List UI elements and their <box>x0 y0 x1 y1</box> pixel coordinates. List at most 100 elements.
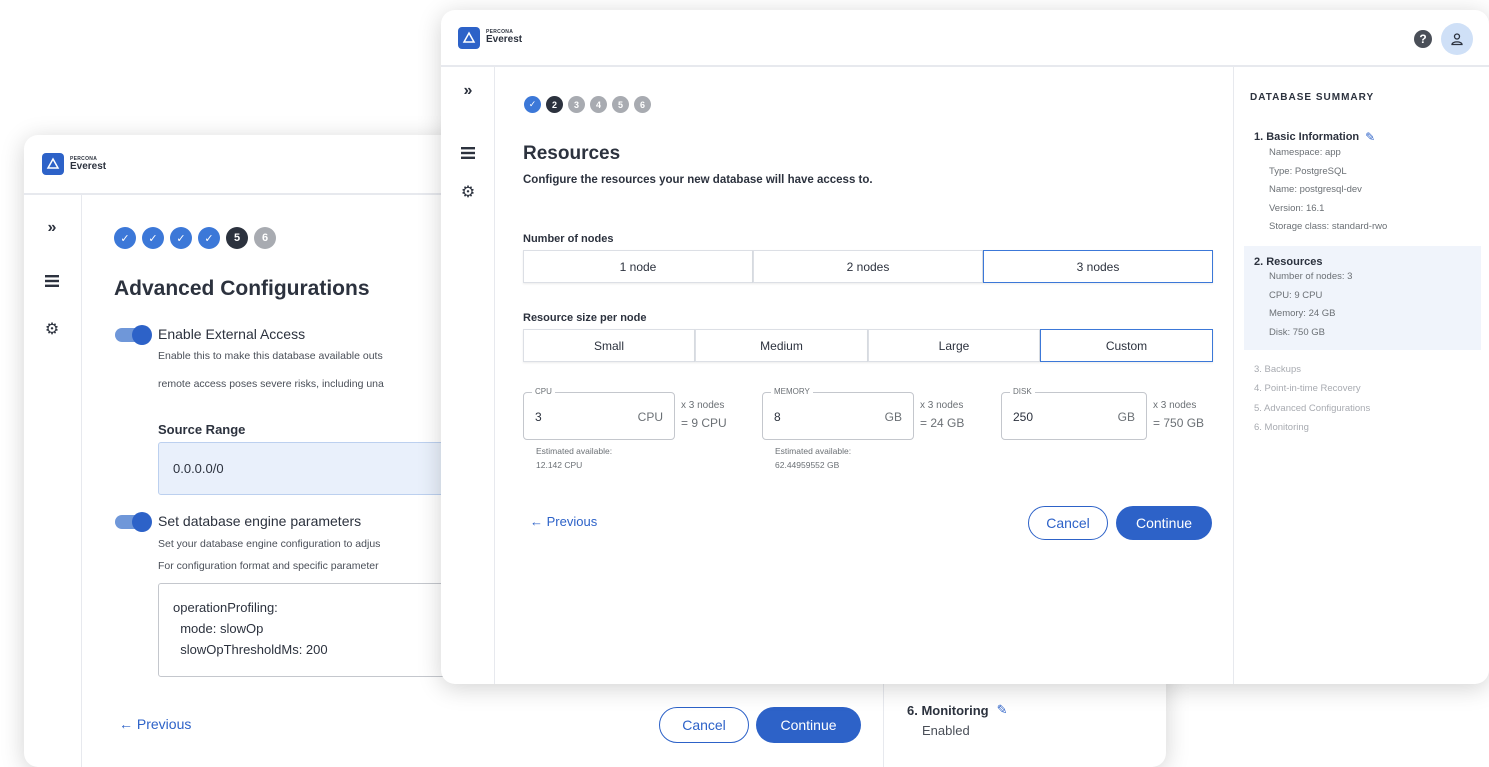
cpu-est-value: 12.142 CPU <box>536 459 583 470</box>
back-previous-button[interactable]: ← Previous <box>119 716 191 732</box>
front-sidenav: » ⚙ <box>441 67 495 684</box>
cpu-unit: CPU <box>637 410 663 424</box>
step-2: 2 <box>546 96 563 113</box>
cpu-est-label: Estimated available: <box>536 446 613 456</box>
back-continue-button[interactable]: Continue <box>756 707 861 743</box>
step-2: ✓ <box>142 227 164 249</box>
page-subtitle: Configure the resources your new databas… <box>523 174 873 186</box>
step-5: 5 <box>226 227 248 249</box>
step-6: 6 <box>254 227 276 249</box>
back-summary-panel: 6. Monitoring ✎ Enabled <box>883 680 1166 767</box>
size-option-small[interactable]: Small <box>523 329 695 362</box>
summary-resources-list: Number of nodes: 3 CPU: 9 CPU Memory: 24… <box>1269 268 1352 342</box>
summary-title: DATABASE SUMMARY <box>1250 92 1375 103</box>
back-logo[interactable]: PERCONA Everest <box>42 153 106 175</box>
monitoring-value: Enabled <box>922 723 970 738</box>
engine-params-label: Set database engine parameters <box>158 513 362 529</box>
summary-basic-line: Namespace: app <box>1269 147 1341 158</box>
summary-resources-line: CPU: 9 CPU <box>1269 289 1323 301</box>
engine-params-editor[interactable]: operationProfiling: mode: slowOp slowOpT… <box>158 583 458 677</box>
page-title: Advanced Configurations <box>114 277 370 300</box>
gear-icon[interactable]: ⚙ <box>24 319 80 339</box>
external-access-label: Enable External Access <box>158 326 306 342</box>
front-stepper: ✓ 2 3 4 5 6 <box>524 96 651 113</box>
back-stepper: ✓ ✓ ✓ ✓ 5 6 <box>114 227 276 249</box>
disk-value: 250 <box>1013 410 1034 424</box>
summary-basic-line: Storage class: standard-rwo <box>1269 221 1388 233</box>
monitoring-heading: 6. Monitoring <box>907 702 989 718</box>
cpu-estimate: Estimated available: 12.142 CPU <box>536 445 612 472</box>
user-icon[interactable] <box>1441 23 1473 55</box>
front-window: PERCONA Everest ? » ⚙ ✓ 2 3 4 5 6 Resour… <box>441 10 1489 684</box>
engine-params-toggle[interactable] <box>115 512 152 532</box>
cpu-field[interactable]: CPU 3 CPU <box>523 387 675 440</box>
memory-mult-nodes: x 3 nodes <box>920 400 964 411</box>
nodes-option-1[interactable]: 1 node <box>523 250 753 283</box>
disk-unit: GB <box>1117 410 1135 424</box>
step-3: ✓ <box>170 227 192 249</box>
memory-mult-total: = 24 GB <box>920 416 965 430</box>
summary-pending-item: 3. Backups <box>1254 364 1301 375</box>
summary-basic-heading: 1. Basic Information <box>1254 131 1360 143</box>
logo-icon <box>458 26 480 49</box>
expand-icon[interactable]: » <box>24 219 80 237</box>
cpu-multiplier: x 3 nodes = 9 CPU <box>681 398 727 433</box>
source-range-input[interactable]: 0.0.0.0/0 <box>158 442 458 495</box>
step-1: ✓ <box>524 96 541 113</box>
size-option-custom[interactable]: Custom <box>1040 329 1213 362</box>
disk-mult-total: = 750 GB <box>1153 416 1205 430</box>
summary-pending-item: 5. Advanced Configurations <box>1254 402 1371 414</box>
edit-icon[interactable]: ✎ <box>997 702 1008 718</box>
engine-params-desc-2: For configuration format and specific pa… <box>158 560 379 572</box>
nodes-option-3[interactable]: 3 nodes <box>983 250 1213 283</box>
code-line: slowOpThresholdMs: 200 <box>173 642 328 657</box>
cpu-label: CPU <box>532 387 555 396</box>
list-icon[interactable] <box>441 147 495 159</box>
memory-estimate: Estimated available: 62.44959552 GB <box>775 445 851 472</box>
memory-est-value: 62.44959552 GB <box>775 459 840 470</box>
size-option-large[interactable]: Large <box>868 329 1040 362</box>
logo-icon <box>42 153 64 175</box>
engine-params-desc-1: Set your database engine configuration t… <box>158 538 381 550</box>
size-label: Resource size per node <box>523 312 647 324</box>
external-access-desc-2: remote access poses severe risks, includ… <box>158 378 384 390</box>
code-line: operationProfiling: <box>173 600 278 615</box>
memory-unit: GB <box>884 410 902 424</box>
memory-field[interactable]: MEMORY 8 GB <box>762 387 914 440</box>
source-range-value: 0.0.0.0/0 <box>173 461 224 476</box>
page-title: Resources <box>523 143 621 164</box>
front-continue-button[interactable]: Continue <box>1116 506 1212 540</box>
front-cancel-button[interactable]: Cancel <box>1028 506 1108 540</box>
summary-resources-line: Disk: 750 GB <box>1269 326 1325 338</box>
nodes-option-2[interactable]: 2 nodes <box>753 250 983 283</box>
front-logo[interactable]: PERCONA Everest <box>458 26 522 49</box>
front-previous-button[interactable]: ← Previous <box>530 514 597 529</box>
disk-multiplier: x 3 nodes = 750 GB <box>1153 398 1204 433</box>
expand-icon[interactable]: » <box>441 82 495 100</box>
summary-resources-heading: 2. Resources <box>1254 256 1323 268</box>
memory-est-label: Estimated available: <box>775 446 852 456</box>
step-4: ✓ <box>198 227 220 249</box>
nodes-label: Number of nodes <box>523 233 614 245</box>
help-icon[interactable]: ? <box>1414 30 1432 48</box>
list-icon[interactable] <box>24 275 80 287</box>
summary-resources-line: Memory: 24 GB <box>1269 308 1336 320</box>
summary-resources-line: Number of nodes: 3 <box>1269 271 1353 282</box>
code-line: mode: slowOp <box>173 621 264 636</box>
back-cancel-button[interactable]: Cancel <box>659 707 749 743</box>
cpu-mult-total: = 9 CPU <box>681 416 727 430</box>
edit-icon[interactable]: ✎ <box>1365 130 1375 144</box>
summary-pending-item: 4. Point-in-time Recovery <box>1254 383 1361 395</box>
nodes-selector: 1 node 2 nodes 3 nodes <box>523 250 1213 283</box>
disk-field[interactable]: DISK 250 GB <box>1001 387 1147 440</box>
external-access-toggle[interactable] <box>115 325 152 345</box>
summary-pending-item: 6. Monitoring <box>1254 422 1309 434</box>
disk-label: DISK <box>1010 387 1035 396</box>
database-summary-panel: DATABASE SUMMARY 1. Basic Information ✎ … <box>1233 67 1489 684</box>
step-6: 6 <box>634 96 651 113</box>
memory-value: 8 <box>774 410 781 424</box>
gear-icon[interactable]: ⚙ <box>441 182 495 202</box>
cpu-value: 3 <box>535 410 542 424</box>
size-selector: Small Medium Large Custom <box>523 329 1213 362</box>
size-option-medium[interactable]: Medium <box>695 329 868 362</box>
